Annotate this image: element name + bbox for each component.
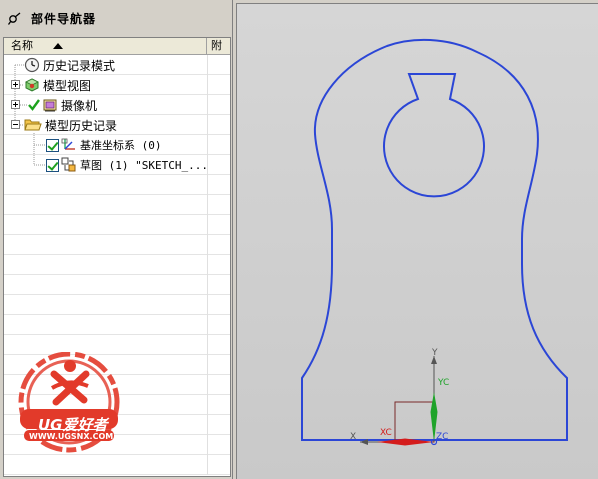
column-divider: [207, 395, 208, 415]
column-divider: [207, 375, 208, 395]
tree-item-label: 模型历史记录: [45, 118, 118, 133]
pin-icon[interactable]: [7, 11, 23, 27]
tree-row-datum-csys[interactable]: 基准坐标系 (0): [4, 135, 230, 155]
tree-item-label: 历史记录模式: [43, 58, 116, 73]
model-views-icon: [25, 78, 39, 92]
column-divider: [207, 275, 208, 295]
column-divider: [207, 235, 208, 255]
tree-row-model-history[interactable]: 模型历史记录: [4, 115, 230, 135]
tree-item-model-views[interactable]: 模型视图: [24, 75, 91, 95]
datum-csys-icon: [61, 138, 75, 150]
column-divider: [207, 195, 208, 215]
column-divider: [207, 435, 208, 455]
folder-open-icon: [24, 119, 42, 131]
zc-axis-label: ZC: [436, 432, 449, 442]
expand-icon[interactable]: [11, 80, 20, 89]
tree-row-sketch[interactable]: 草图 (1) "SKETCH_...: [4, 155, 230, 175]
sketch-bore-keyway[interactable]: [383, 73, 485, 198]
column-divider: [207, 95, 208, 115]
column-divider: [207, 135, 208, 155]
column-divider: [207, 295, 208, 315]
empty-row: [4, 255, 230, 275]
checkmark-icon: [28, 99, 40, 111]
navigator-titlebar: 部件导航器: [0, 0, 233, 37]
yc-axis-label: YC: [438, 378, 450, 388]
x-axis-label: X: [350, 432, 357, 442]
tree-row-model-views[interactable]: 模型视图: [4, 75, 230, 95]
empty-row: [4, 275, 230, 295]
empty-row: [4, 175, 230, 195]
column-divider: [207, 415, 208, 435]
visibility-checkbox[interactable]: [46, 158, 59, 172]
empty-row: [4, 315, 230, 335]
tree-item-datum-csys[interactable]: 基准坐标系 (0): [46, 135, 162, 155]
graphics-window[interactable]: Y YC X XC ZC: [236, 3, 598, 479]
empty-row: [4, 235, 230, 255]
empty-row: [4, 195, 230, 215]
column-divider: [207, 355, 208, 375]
camera-icon: [43, 99, 57, 112]
part-navigator-panel: 部件导航器 名称 附 历史记录模式 模型视图 摄像机 模型历史记录 基准坐标系 …: [0, 0, 233, 479]
tree-item-sketch[interactable]: 草图 (1) "SKETCH_...: [46, 155, 208, 175]
tree-item-label: 模型视图: [43, 78, 92, 93]
column-name-label: 名称: [11, 39, 33, 52]
column-divider: [207, 115, 208, 135]
column-attr-label: 附: [211, 39, 222, 52]
column-divider: [207, 315, 208, 335]
sketch-icon: [61, 157, 76, 172]
xc-axis-label: XC: [380, 428, 392, 438]
column-header: 名称 附: [4, 38, 230, 55]
navigator-title: 部件导航器: [31, 12, 97, 26]
column-divider: [207, 215, 208, 235]
clock-icon: [24, 57, 40, 73]
y-axis-label: Y: [432, 348, 438, 358]
column-divider: [207, 175, 208, 195]
empty-row: [4, 215, 230, 235]
tree-item-camera[interactable]: 摄像机: [28, 95, 97, 115]
collapse-icon[interactable]: [11, 120, 20, 129]
column-divider: [207, 75, 208, 95]
expand-icon[interactable]: [11, 100, 20, 109]
column-divider: [207, 335, 208, 355]
tree-row-camera[interactable]: 摄像机: [4, 95, 230, 115]
tree-item-history-mode[interactable]: 历史记录模式: [24, 55, 115, 75]
tree-item-label: 基准坐标系 (0): [80, 139, 162, 152]
ugsnx-watermark-logo: UG爱好者 WWW.UGSNX.COM: [10, 351, 128, 460]
column-attr-header[interactable]: 附: [208, 38, 230, 55]
tree-item-model-history[interactable]: 模型历史记录: [24, 115, 117, 135]
column-divider: [207, 155, 208, 175]
visibility-checkbox[interactable]: [46, 138, 59, 152]
tree-item-label: 摄像机: [61, 98, 98, 113]
logo-url-text: WWW.UGSNX.COM: [29, 432, 114, 441]
wcs-triad: [360, 356, 438, 446]
sketch-canvas[interactable]: [237, 4, 598, 479]
column-divider: [207, 55, 208, 75]
column-name-header[interactable]: 名称: [4, 38, 207, 55]
tree-row-history-mode[interactable]: 历史记录模式: [4, 55, 230, 75]
column-divider: [207, 455, 208, 475]
column-divider: [207, 255, 208, 275]
logo-emblem-icon: [18, 351, 120, 453]
tree-item-label: 草图 (1) "SKETCH_...: [80, 159, 208, 172]
empty-row: [4, 295, 230, 315]
sort-ascending-icon: [53, 43, 63, 49]
